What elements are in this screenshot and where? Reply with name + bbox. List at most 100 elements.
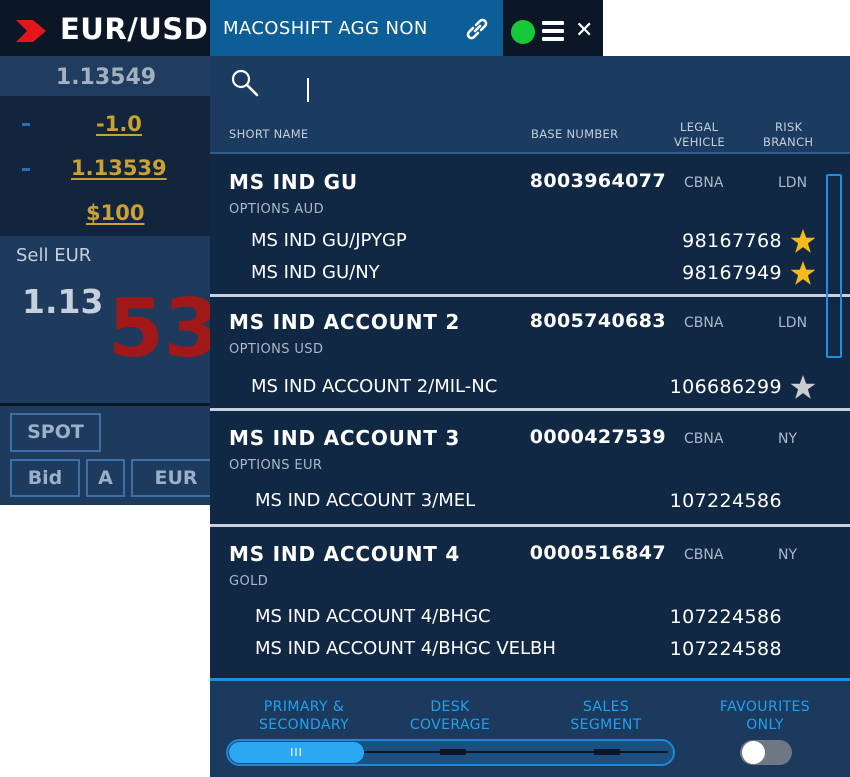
filter-label-line: SALES — [582, 699, 630, 715]
slider-rail — [364, 751, 668, 753]
hamburger-menu-icon[interactable] — [542, 21, 564, 41]
subaccount-name[interactable]: MS IND ACCOUNT 4/BHGC VELBH — [255, 638, 556, 659]
account-group[interactable]: MS IND ACCOUNT 2 8005740683 CBNA LDN OPT… — [210, 294, 850, 408]
subaccount-number: 98167949 — [682, 262, 782, 284]
toggle-knob — [742, 741, 765, 764]
rate-value[interactable]: 1.13539 — [71, 156, 167, 180]
sell-price-big[interactable]: 53 — [108, 282, 212, 375]
subaccount-number: 107224586 — [669, 490, 782, 512]
search-icon[interactable] — [230, 68, 260, 98]
account-name[interactable]: MS IND ACCOUNT 2 — [229, 310, 460, 334]
panel-body: SHORT NAME BASE NUMBER LEGAL VEHICLE RIS… — [210, 56, 850, 777]
row-divider — [210, 408, 850, 411]
account-group[interactable]: MS IND ACCOUNT 4 0000516847 CBNA NY GOLD… — [210, 524, 850, 682]
account-name[interactable]: MS IND ACCOUNT 3 — [229, 426, 460, 450]
slider-stop — [440, 749, 466, 755]
slider-stop — [594, 749, 620, 755]
account-picker: MACOSHIFT AGG NON ✕ SHORT NAME BASE NUMB… — [210, 0, 850, 777]
close-icon[interactable]: ✕ — [575, 18, 593, 43]
product-label: OPTIONS USD — [229, 342, 324, 357]
favourites-toggle[interactable] — [740, 740, 792, 765]
currency-button[interactable]: EUR — [131, 459, 212, 497]
star-icon[interactable] — [790, 374, 816, 400]
search-bar[interactable] — [210, 56, 850, 114]
dash-marker — [22, 123, 30, 126]
subaccount-number: 107224586 — [669, 606, 782, 628]
panel-title-bar: MACOSHIFT AGG NON — [210, 0, 503, 56]
account-group[interactable]: MS IND GU 8003964077 CBNA LDN OPTIONS AU… — [210, 154, 850, 294]
legal-vehicle: CBNA — [684, 315, 724, 331]
base-number: 8003964077 — [529, 170, 666, 192]
filter-desk-coverage[interactable]: DESK COVERAGE — [400, 698, 500, 734]
column-short-name: SHORT NAME — [229, 127, 309, 141]
panel-title: MACOSHIFT AGG NON — [223, 18, 428, 39]
subaccount-number: 98167768 — [682, 230, 782, 252]
row-divider — [210, 524, 850, 527]
subaccount-name[interactable]: MS IND ACCOUNT 3/MEL — [255, 490, 475, 511]
column-legal-vehicle-line1: LEGAL — [680, 120, 719, 134]
filter-primary-secondary[interactable]: PRIMARY & SECONDARY — [254, 698, 354, 734]
filter-label-line: SECONDARY — [258, 717, 350, 733]
product-label: GOLD — [229, 574, 269, 589]
subaccount-number: 107224588 — [669, 638, 782, 660]
sell-label: Sell EUR — [16, 245, 92, 266]
coverage-slider[interactable]: III — [226, 739, 675, 766]
currency-pair: EUR/USD — [60, 12, 209, 46]
filter-label-line: COVERAGE — [409, 717, 491, 733]
base-number: 0000427539 — [529, 426, 666, 448]
slider-thumb[interactable]: III — [229, 742, 364, 763]
account-name[interactable]: MS IND ACCOUNT 4 — [229, 542, 460, 566]
window-controls: ✕ — [503, 0, 603, 56]
status-dot-icon — [511, 20, 535, 44]
account-name[interactable]: MS IND GU — [229, 170, 358, 194]
subaccount-name[interactable]: MS IND GU/NY — [251, 262, 380, 283]
subaccount-number: 106686299 — [669, 376, 782, 398]
risk-branch: NY — [778, 431, 798, 447]
filter-label-line: ONLY — [746, 717, 784, 733]
subaccount-name[interactable]: MS IND ACCOUNT 2/MIL-NC — [251, 376, 497, 397]
column-risk-branch-line1: RISK — [775, 120, 803, 134]
column-risk-branch-line2: BRANCH — [763, 135, 814, 149]
fx-tile-header: EUR/USD — [0, 0, 212, 56]
product-label: OPTIONS AUD — [229, 202, 325, 217]
base-number: 8005740683 — [529, 310, 666, 332]
link-icon[interactable] — [464, 17, 490, 41]
rate-grid: -1.0 1.13539 $100 — [0, 96, 212, 236]
amount-value[interactable]: $100 — [86, 201, 144, 225]
divider — [0, 403, 212, 406]
scrollbar[interactable] — [826, 174, 842, 358]
filter-label-line: FAVOURITES — [719, 699, 811, 715]
base-number: 0000516847 — [529, 542, 666, 564]
bid-button[interactable]: Bid — [10, 459, 80, 497]
filter-label-line: DESK — [430, 699, 470, 715]
fx-tile: EUR/USD 1.13549 -1.0 1.13539 $100 Sell E… — [0, 0, 212, 505]
filter-label-line: SEGMENT — [570, 717, 642, 733]
mid-rate: 1.13549 — [0, 56, 212, 96]
risk-branch: LDN — [778, 315, 808, 331]
legal-vehicle: CBNA — [684, 431, 724, 447]
column-legal-vehicle-line2: VEHICLE — [674, 135, 725, 149]
subaccount-name[interactable]: MS IND ACCOUNT 4/BHGC — [255, 606, 491, 627]
a-button[interactable]: A — [86, 459, 125, 497]
star-icon[interactable] — [790, 228, 816, 254]
account-group[interactable]: MS IND ACCOUNT 3 0000427539 CBNA NY OPTI… — [210, 408, 850, 524]
filter-label-line: PRIMARY & — [263, 699, 345, 715]
row-divider — [210, 294, 850, 297]
sell-price-small[interactable]: 1.13 — [22, 282, 103, 321]
column-headers: SHORT NAME BASE NUMBER LEGAL VEHICLE RIS… — [210, 114, 850, 154]
chevron-right-icon — [16, 20, 46, 42]
spot-button[interactable]: SPOT — [10, 413, 101, 452]
risk-branch: LDN — [778, 175, 808, 191]
search-input[interactable] — [307, 78, 309, 102]
legal-vehicle: CBNA — [684, 547, 724, 563]
footer-divider — [210, 678, 850, 681]
column-base-number: BASE NUMBER — [531, 127, 619, 141]
filter-sales-segment[interactable]: SALES SEGMENT — [556, 698, 656, 734]
filter-footer: PRIMARY & SECONDARY DESK COVERAGE SALES … — [210, 678, 850, 777]
star-icon[interactable] — [790, 260, 816, 286]
legal-vehicle: CBNA — [684, 175, 724, 191]
dash-marker — [22, 168, 30, 171]
subaccount-name[interactable]: MS IND GU/JPYGP — [251, 230, 407, 251]
spread-value[interactable]: -1.0 — [96, 112, 142, 136]
filter-favourites-only[interactable]: FAVOURITES ONLY — [707, 698, 823, 734]
